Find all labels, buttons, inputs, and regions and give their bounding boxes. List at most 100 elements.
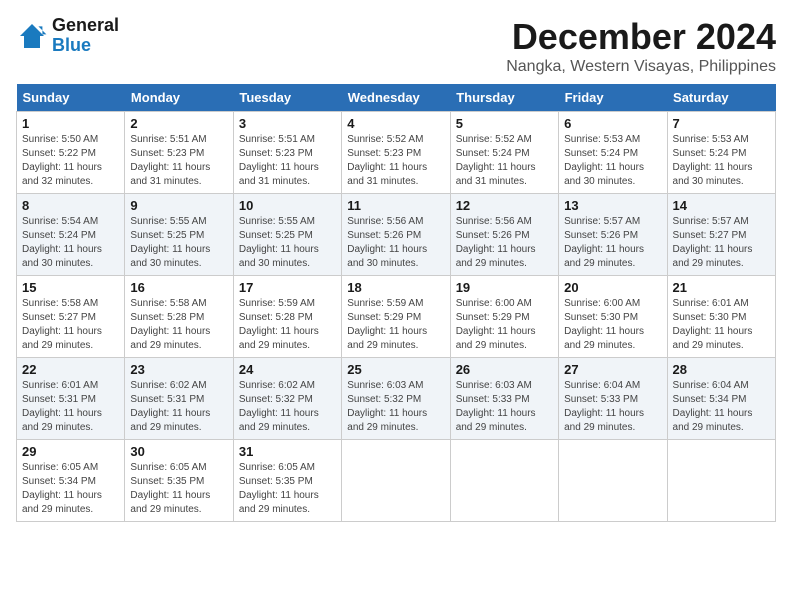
calendar-cell: 18 Sunrise: 5:59 AM Sunset: 5:29 PM Dayli… [342,276,450,358]
week-row-2: 8 Sunrise: 5:54 AM Sunset: 5:24 PM Daylig… [17,194,776,276]
day-info: Sunrise: 6:01 AM Sunset: 5:30 PM Dayligh… [673,297,770,353]
calendar-cell: 21 Sunrise: 6:01 AM Sunset: 5:30 PM Dayli… [667,276,775,358]
calendar-cell: 23 Sunrise: 6:02 AM Sunset: 5:31 PM Dayli… [125,358,233,440]
calendar-cell: 29 Sunrise: 6:05 AM Sunset: 5:34 PM Dayli… [17,440,125,522]
calendar-cell: 2 Sunrise: 5:51 AM Sunset: 5:23 PM Daylig… [125,112,233,194]
day-info: Sunrise: 6:05 AM Sunset: 5:35 PM Dayligh… [130,461,227,517]
calendar-cell: 26Sunrise: 6:03 AM Sunset: 5:33 PM Dayli… [450,358,558,440]
day-info: Sunrise: 5:52 AM Sunset: 5:23 PM Dayligh… [347,133,444,189]
header: GeneralBlue December 2024 Nangka, Wester… [16,16,776,76]
calendar-cell: 13 Sunrise: 5:57 AM Sunset: 5:26 PM Dayli… [559,194,667,276]
day-info: Sunrise: 6:02 AM Sunset: 5:32 PM Dayligh… [239,379,336,435]
logo-icon [16,20,48,52]
header-saturday: Saturday [667,84,775,112]
calendar-cell: 17Sunrise: 5:59 AM Sunset: 5:28 PM Dayli… [233,276,341,358]
title-area: December 2024 Nangka, Western Visayas, P… [506,16,776,76]
day-info: Sunrise: 5:52 AM Sunset: 5:24 PM Dayligh… [456,133,553,189]
day-info: Sunrise: 6:05 AM Sunset: 5:34 PM Dayligh… [22,461,119,517]
header-row: SundayMondayTuesdayWednesdayThursdayFrid… [17,84,776,112]
day-number: 11 [347,198,444,213]
day-info: Sunrise: 5:53 AM Sunset: 5:24 PM Dayligh… [673,133,770,189]
day-info: Sunrise: 5:57 AM Sunset: 5:26 PM Dayligh… [564,215,661,271]
day-number: 2 [130,116,227,131]
day-number: 6 [564,116,661,131]
calendar-cell [559,440,667,522]
day-info: Sunrise: 5:58 AM Sunset: 5:28 PM Dayligh… [130,297,227,353]
day-info: Sunrise: 5:56 AM Sunset: 5:26 PM Dayligh… [347,215,444,271]
week-row-3: 15Sunrise: 5:58 AM Sunset: 5:27 PM Dayli… [17,276,776,358]
day-number: 30 [130,444,227,459]
calendar-cell [667,440,775,522]
day-info: Sunrise: 6:01 AM Sunset: 5:31 PM Dayligh… [22,379,119,435]
day-number: 26 [456,362,553,377]
day-number: 10 [239,198,336,213]
logo-text: GeneralBlue [52,16,119,56]
day-number: 5 [456,116,553,131]
calendar-cell: 20 Sunrise: 6:00 AM Sunset: 5:30 PM Dayli… [559,276,667,358]
month-title: December 2024 [506,16,776,58]
calendar-cell: 31Sunrise: 6:05 AM Sunset: 5:35 PM Dayli… [233,440,341,522]
day-number: 13 [564,198,661,213]
day-info: Sunrise: 5:57 AM Sunset: 5:27 PM Dayligh… [673,215,770,271]
day-number: 22 [22,362,119,377]
calendar-cell: 7 Sunrise: 5:53 AM Sunset: 5:24 PM Daylig… [667,112,775,194]
calendar-cell: 16 Sunrise: 5:58 AM Sunset: 5:28 PM Dayli… [125,276,233,358]
day-number: 17 [239,280,336,295]
calendar-cell: 28 Sunrise: 6:04 AM Sunset: 5:34 PM Dayli… [667,358,775,440]
day-info: Sunrise: 5:51 AM Sunset: 5:23 PM Dayligh… [239,133,336,189]
day-number: 18 [347,280,444,295]
day-info: Sunrise: 6:04 AM Sunset: 5:34 PM Dayligh… [673,379,770,435]
day-number: 8 [22,198,119,213]
day-info: Sunrise: 5:59 AM Sunset: 5:29 PM Dayligh… [347,297,444,353]
week-row-1: 1 Sunrise: 5:50 AM Sunset: 5:22 PM Daylig… [17,112,776,194]
day-number: 20 [564,280,661,295]
day-number: 12 [456,198,553,213]
day-number: 25 [347,362,444,377]
logo: GeneralBlue [16,16,119,56]
day-info: Sunrise: 5:58 AM Sunset: 5:27 PM Dayligh… [22,297,119,353]
calendar-cell: 9 Sunrise: 5:55 AM Sunset: 5:25 PM Daylig… [125,194,233,276]
week-row-4: 22 Sunrise: 6:01 AM Sunset: 5:31 PM Dayli… [17,358,776,440]
day-info: Sunrise: 5:54 AM Sunset: 5:24 PM Dayligh… [22,215,119,271]
calendar-table: SundayMondayTuesdayWednesdayThursdayFrid… [16,84,776,522]
day-number: 1 [22,116,119,131]
day-info: Sunrise: 5:53 AM Sunset: 5:24 PM Dayligh… [564,133,661,189]
day-number: 23 [130,362,227,377]
day-number: 19 [456,280,553,295]
header-monday: Monday [125,84,233,112]
day-number: 29 [22,444,119,459]
day-info: Sunrise: 5:50 AM Sunset: 5:22 PM Dayligh… [22,133,119,189]
day-info: Sunrise: 5:51 AM Sunset: 5:23 PM Dayligh… [130,133,227,189]
day-number: 21 [673,280,770,295]
day-info: Sunrise: 6:00 AM Sunset: 5:29 PM Dayligh… [456,297,553,353]
calendar-cell [450,440,558,522]
header-sunday: Sunday [17,84,125,112]
day-info: Sunrise: 5:55 AM Sunset: 5:25 PM Dayligh… [239,215,336,271]
day-number: 7 [673,116,770,131]
calendar-cell: 24 Sunrise: 6:02 AM Sunset: 5:32 PM Dayli… [233,358,341,440]
day-number: 24 [239,362,336,377]
calendar-cell: 10 Sunrise: 5:55 AM Sunset: 5:25 PM Dayli… [233,194,341,276]
calendar-cell: 1 Sunrise: 5:50 AM Sunset: 5:22 PM Daylig… [17,112,125,194]
day-number: 3 [239,116,336,131]
day-number: 27 [564,362,661,377]
day-info: Sunrise: 6:00 AM Sunset: 5:30 PM Dayligh… [564,297,661,353]
day-info: Sunrise: 6:03 AM Sunset: 5:32 PM Dayligh… [347,379,444,435]
day-number: 28 [673,362,770,377]
day-number: 9 [130,198,227,213]
calendar-cell: 3 Sunrise: 5:51 AM Sunset: 5:23 PM Daylig… [233,112,341,194]
day-info: Sunrise: 5:55 AM Sunset: 5:25 PM Dayligh… [130,215,227,271]
calendar-cell: 30 Sunrise: 6:05 AM Sunset: 5:35 PM Dayli… [125,440,233,522]
calendar-cell: 19 Sunrise: 6:00 AM Sunset: 5:29 PM Dayli… [450,276,558,358]
calendar-cell: 25 Sunrise: 6:03 AM Sunset: 5:32 PM Dayli… [342,358,450,440]
calendar-cell [342,440,450,522]
calendar-cell: 15Sunrise: 5:58 AM Sunset: 5:27 PM Dayli… [17,276,125,358]
calendar-cell: 5 Sunrise: 5:52 AM Sunset: 5:24 PM Daylig… [450,112,558,194]
calendar-cell: 8 Sunrise: 5:54 AM Sunset: 5:24 PM Daylig… [17,194,125,276]
day-info: Sunrise: 6:05 AM Sunset: 5:35 PM Dayligh… [239,461,336,517]
day-number: 16 [130,280,227,295]
header-thursday: Thursday [450,84,558,112]
day-info: Sunrise: 6:02 AM Sunset: 5:31 PM Dayligh… [130,379,227,435]
header-friday: Friday [559,84,667,112]
calendar-cell: 11 Sunrise: 5:56 AM Sunset: 5:26 PM Dayli… [342,194,450,276]
